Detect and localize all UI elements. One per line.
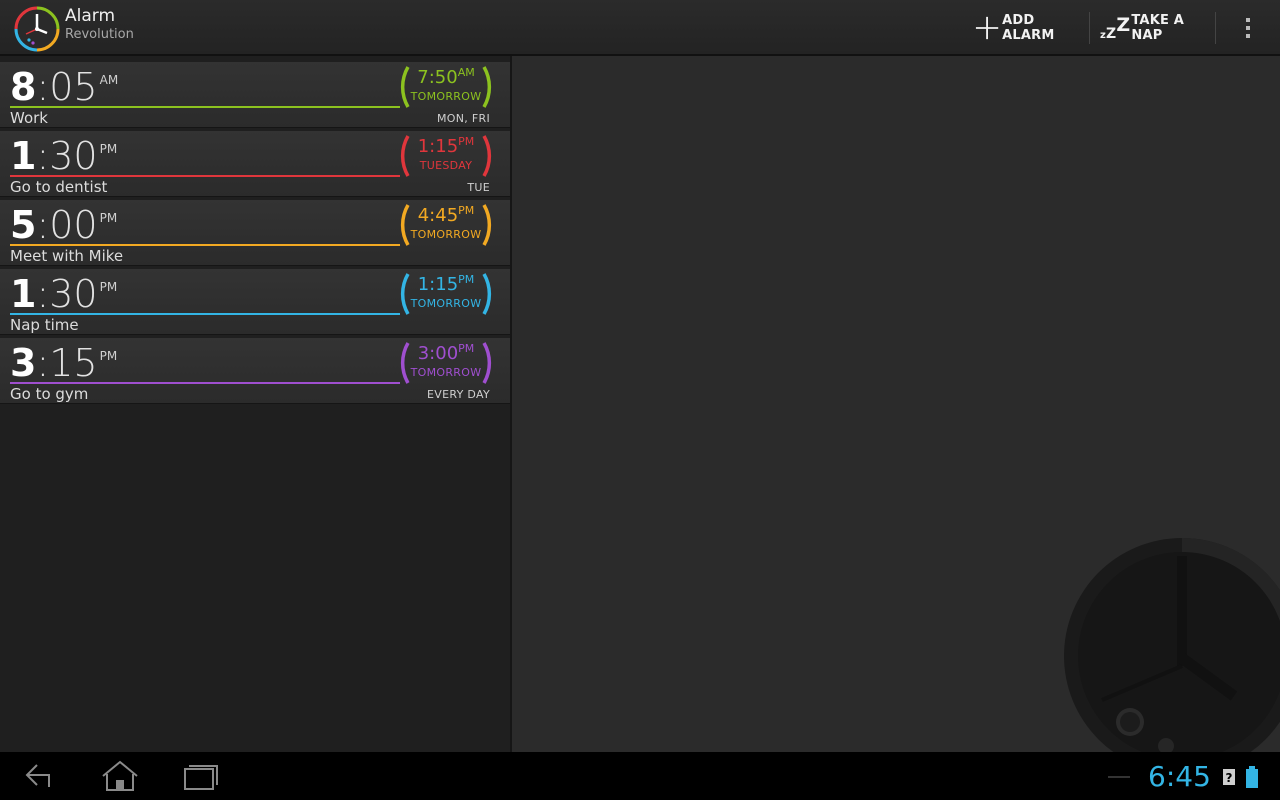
alarm-ampm: PM: [99, 349, 118, 363]
add-alarm-label: ADD ALARM: [1002, 13, 1055, 43]
recent-apps-icon[interactable]: [170, 756, 230, 796]
overflow-menu-icon[interactable]: [1232, 0, 1264, 56]
next-ring-day: TUESDAY: [419, 159, 473, 172]
zzz-icon: zZZ: [1100, 14, 1131, 42]
alarm-hour: 1: [10, 134, 37, 178]
alarm-time: 8 :05 AM: [10, 67, 118, 107]
status-time[interactable]: 6:45: [1148, 761, 1211, 793]
alarm-row[interactable]: 1 :30 PM Nap time 1:15PM TOMORROW: [0, 269, 510, 335]
action-bar: Alarm Revolution ADD ALARM zZZ TAKE A NA…: [0, 0, 1280, 56]
system-nav-bar: 6:45 ?: [0, 752, 1280, 800]
alarm-repeat-days: EVERY DAY: [427, 388, 490, 401]
next-ring-time: 7:50AM: [417, 66, 475, 88]
alarm-minutes: :00: [36, 203, 98, 247]
alarm-label: Go to gym: [10, 385, 89, 403]
alarm-minutes: :30: [36, 134, 98, 178]
alarm-minutes: :30: [36, 272, 98, 316]
alarm-label: Go to dentist: [10, 178, 108, 196]
take-a-nap-label: TAKE A NAP: [1131, 13, 1185, 43]
alarm-time: 1 :30 PM: [10, 136, 117, 176]
action-divider: [1089, 12, 1090, 44]
alarm-label: Nap time: [10, 316, 79, 334]
alarm-color-line: [10, 106, 400, 108]
add-alarm-button[interactable]: ADD ALARM: [975, 0, 1085, 56]
action-divider: [1215, 12, 1216, 44]
back-icon[interactable]: [10, 756, 70, 796]
notification-dash: [1108, 776, 1130, 778]
alarm-ampm: PM: [99, 211, 118, 225]
alarm-color-line: [10, 175, 400, 177]
take-a-nap-button[interactable]: zZZ TAKE A NAP: [1100, 0, 1212, 56]
alarm-minutes: :15: [36, 341, 98, 385]
app-title: Alarm: [65, 6, 116, 26]
alarm-minutes: :05: [36, 65, 98, 109]
next-ring-time: 1:15PM: [417, 135, 475, 157]
alarm-row[interactable]: 3 :15 PM Go to gym EVERY DAY 3:00PM TOMO…: [0, 338, 510, 404]
alarm-time: 1 :30 PM: [10, 274, 117, 314]
alarm-ampm: PM: [99, 280, 118, 294]
alarm-hour: 5: [10, 203, 37, 247]
next-ring-day: TOMORROW: [410, 366, 482, 379]
alarm-list: 8 :05 AM Work MON, FRI 7:50AM TOMORROW 1…: [0, 56, 512, 752]
status-icons[interactable]: ?: [1222, 766, 1258, 788]
alarm-hour: 3: [10, 341, 37, 385]
alarm-time: 5 :00 PM: [10, 205, 117, 245]
alarm-ampm: AM: [99, 73, 119, 87]
alarm-repeat-days: TUE: [467, 181, 490, 194]
alarm-row[interactable]: 8 :05 AM Work MON, FRI 7:50AM TOMORROW: [0, 62, 510, 128]
alarm-color-line: [10, 244, 400, 246]
next-ring-day: TOMORROW: [410, 297, 482, 310]
next-ring-day: TOMORROW: [410, 228, 482, 241]
plus-icon: [975, 16, 999, 40]
alarm-hour: 1: [10, 272, 37, 316]
next-ring-time: 1:15PM: [417, 273, 475, 295]
alarm-repeat-days: MON, FRI: [437, 112, 490, 125]
next-ring-time: 4:45PM: [417, 204, 475, 226]
home-icon[interactable]: [90, 756, 150, 796]
alarm-label: Meet with Mike: [10, 247, 124, 265]
notification-icon: ?: [1223, 769, 1235, 785]
alarm-hour: 8: [10, 65, 37, 109]
alarm-color-line: [10, 382, 400, 384]
alarm-clock-logo-icon[interactable]: [13, 5, 61, 53]
next-ring-time: 3:00PM: [417, 342, 475, 364]
alarm-label: Work: [10, 109, 48, 127]
battery-icon: [1246, 766, 1258, 788]
alarm-color-line: [10, 313, 400, 315]
alarm-ampm: PM: [99, 142, 118, 156]
analog-clock-icon: [1064, 538, 1280, 752]
alarm-row[interactable]: 1 :30 PM Go to dentist TUE 1:15PM TUESDA…: [0, 131, 510, 197]
alarm-time: 3 :15 PM: [10, 343, 117, 383]
alarm-row[interactable]: 5 :00 PM Meet with Mike 4:45PM TOMORROW: [0, 200, 510, 266]
next-ring-day: TOMORROW: [410, 90, 482, 103]
app-subtitle: Revolution: [65, 27, 134, 42]
detail-pane: [512, 56, 1280, 752]
svg-text:?: ?: [1226, 771, 1233, 785]
